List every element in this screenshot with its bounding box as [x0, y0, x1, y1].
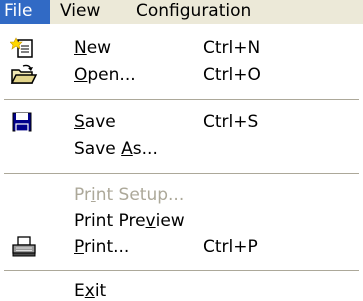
menu-item-save-shortcut: Ctrl+S	[203, 112, 259, 132]
menu-item-new-shortcut: Ctrl+N	[203, 38, 261, 58]
menu-item-open-shortcut: Ctrl+O	[203, 65, 261, 85]
menu-file[interactable]: File	[0, 0, 50, 24]
menu-item-print-preview[interactable]: Print Preview	[0, 207, 363, 235]
menu-configuration-label: Configuration	[136, 1, 252, 21]
menu-file-label: File	[4, 1, 33, 21]
menu-item-save-as[interactable]: Save As...	[0, 135, 363, 163]
menu-item-save-as-label: Save As...	[74, 139, 158, 159]
menu-item-print-shortcut: Ctrl+P	[203, 237, 258, 257]
menu-item-print-label: Print...	[74, 237, 130, 257]
menu-item-exit-label: Exit	[74, 281, 107, 301]
new-document-icon	[9, 37, 38, 59]
menu-configuration[interactable]: Configuration	[136, 0, 251, 24]
menu-view[interactable]: View	[60, 0, 100, 24]
menu-item-print-setup: Print Setup...	[0, 181, 363, 209]
menu-item-exit[interactable]: Exit	[0, 277, 363, 301]
menu-item-print[interactable]: Print... Ctrl+P	[0, 233, 363, 261]
menu-item-new[interactable]: New Ctrl+N	[0, 34, 363, 62]
menu-item-open[interactable]: Open... Ctrl+O	[0, 61, 363, 89]
file-menu-dropdown: New Ctrl+N Open... Ctrl+O Save Ctrl+S Sa…	[0, 24, 363, 301]
menu-separator	[4, 99, 359, 101]
menu-item-print-preview-label: Print Preview	[74, 211, 185, 231]
printer-icon	[10, 236, 38, 258]
menu-separator	[4, 173, 359, 175]
open-folder-icon	[10, 64, 38, 86]
floppy-disk-icon	[10, 111, 38, 133]
menu-item-save-label: Save	[74, 112, 116, 132]
menu-item-open-label: Open...	[74, 65, 136, 85]
menu-item-new-label: New	[74, 38, 112, 58]
menu-bar: File View Configuration	[0, 0, 363, 25]
menu-item-save[interactable]: Save Ctrl+S	[0, 108, 363, 136]
menu-view-label: View	[60, 1, 101, 21]
menu-item-print-setup-label: Print Setup...	[74, 185, 185, 205]
menu-separator	[4, 270, 359, 272]
